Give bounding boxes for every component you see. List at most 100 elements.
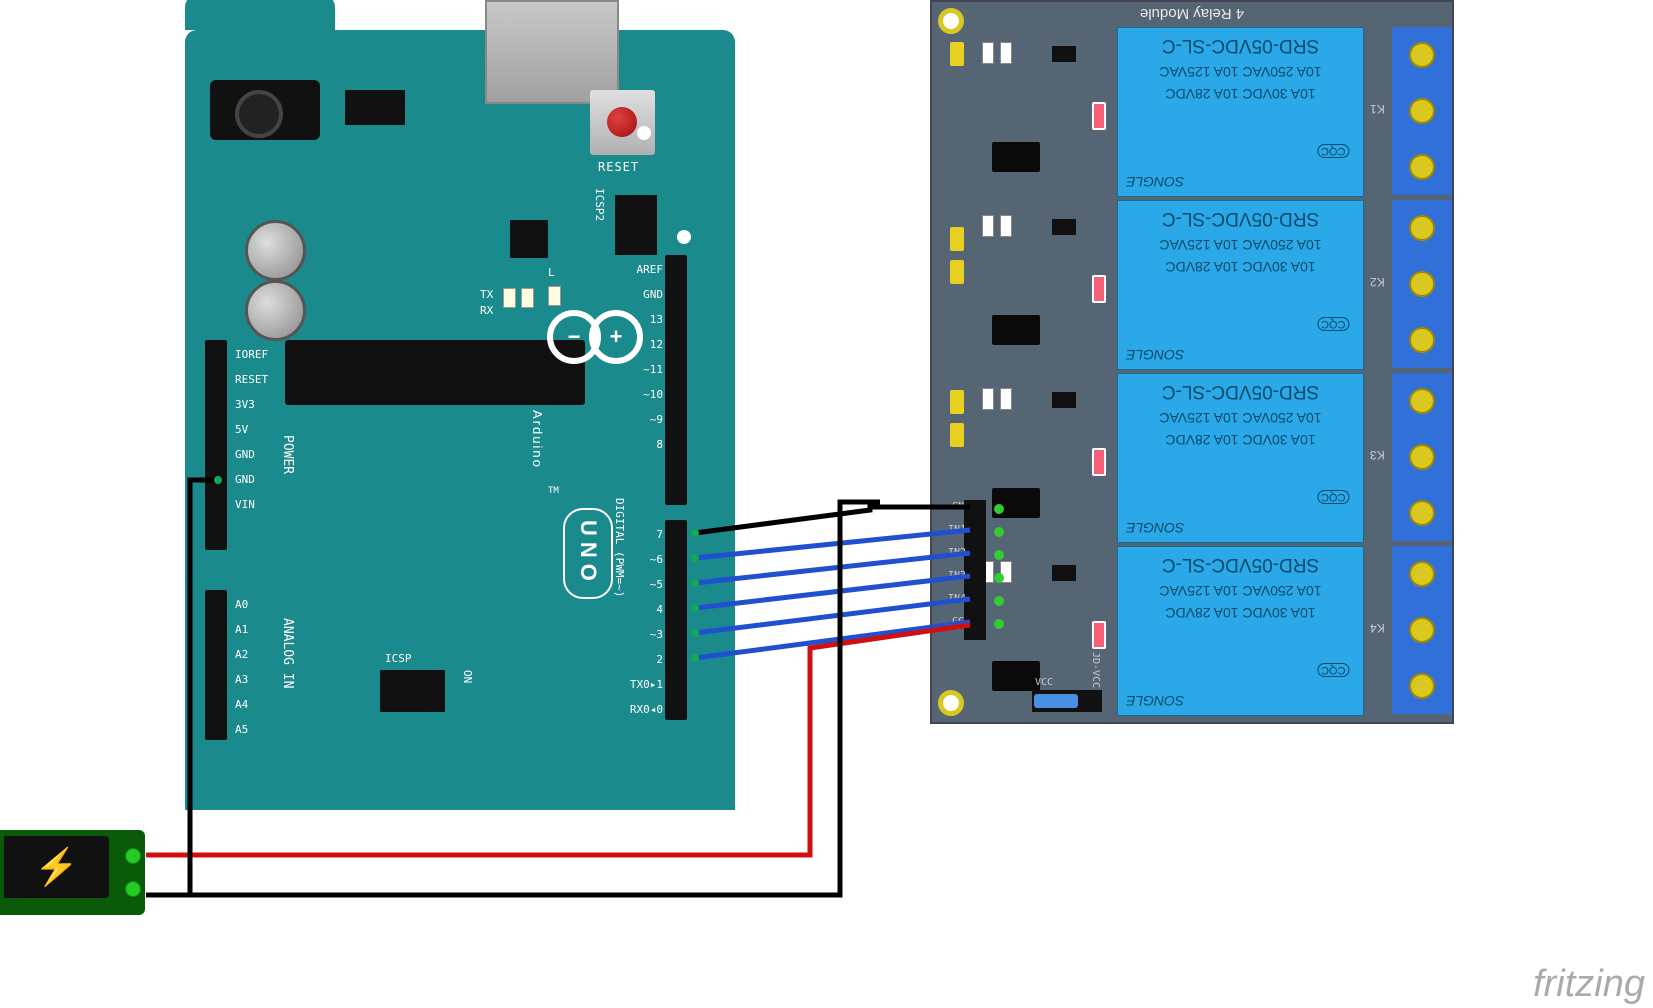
- pin-label-6: ~6: [628, 553, 663, 566]
- pin-label-rx0: RX0◂0: [613, 703, 663, 716]
- k1-label: K1: [1370, 102, 1385, 116]
- pin-label-9: ~9: [628, 413, 663, 426]
- digital-section-label: DIGITAL (PWM=~): [613, 498, 626, 597]
- pin-label-5v: 5V: [235, 423, 248, 436]
- uno-model-label: UNO: [575, 520, 601, 587]
- relay-2: SRD-05VDC-SL-C 10A 30VDC 10A 28VDC 10A 2…: [1117, 200, 1364, 370]
- digital-header-bottom[interactable]: [665, 520, 687, 720]
- terminal-block-k2[interactable]: [1392, 200, 1452, 368]
- pin-label-aref: AREF: [628, 263, 663, 276]
- relay-cqc: CQC: [1317, 144, 1349, 158]
- pin-label-gnd-r: GND: [628, 288, 663, 301]
- pin-label-7: 7: [628, 528, 663, 541]
- diagram-canvas: RESET IOREF RESET 3V3 5V GND GND VIN A0 …: [0, 0, 1653, 1008]
- terminal-block-k3[interactable]: [1392, 373, 1452, 541]
- relay-brand: SONGLE: [1126, 174, 1184, 190]
- pin-label-11: ~11: [628, 363, 663, 376]
- mounting-hole: [677, 230, 691, 244]
- pin-label-a2: A2: [235, 648, 248, 661]
- relay-3: SRD-05VDC-SL-C 10A 30VDC 10A 28VDC 10A 2…: [1117, 373, 1364, 543]
- wire-d2-in5: [695, 622, 970, 658]
- screw-terminal[interactable]: [1409, 154, 1435, 180]
- relay-pin-vcc: CC: [952, 616, 964, 627]
- on-label: ON: [461, 670, 474, 683]
- relay-module-title: 4 Relay Module: [932, 5, 1452, 22]
- adapter-negative-pin[interactable]: [125, 881, 141, 897]
- relay-pin-in2: IN2: [948, 547, 966, 558]
- pin-label-5: ~5: [628, 578, 663, 591]
- voltage-regulator-chip: [345, 90, 405, 125]
- adapter-body: ⚡: [4, 836, 109, 898]
- rx-led: [521, 288, 534, 308]
- pin-label-a3: A3: [235, 673, 248, 686]
- indicator-led: [1092, 102, 1106, 130]
- relay-pin-in1: IN1: [948, 524, 966, 535]
- pin-label-a0: A0: [235, 598, 248, 611]
- pin-label-10: ~10: [628, 388, 663, 401]
- icsp2-header[interactable]: [615, 195, 657, 255]
- pin-label-a1: A1: [235, 623, 248, 636]
- usb-port: [485, 0, 619, 104]
- relay-pin-in4: IN4: [948, 593, 966, 604]
- terminal-block-k1[interactable]: [1392, 27, 1452, 195]
- relay-4: SRD-05VDC-SL-C 10A 30VDC 10A 28VDC 10A 2…: [1117, 546, 1364, 716]
- power-section-label: POWER: [280, 435, 295, 474]
- pin-label-gnd2: GND: [235, 473, 255, 486]
- mounting-hole: [938, 690, 964, 716]
- tm-label: TM: [548, 486, 559, 496]
- icsp-header[interactable]: [380, 670, 445, 712]
- relay-pin-gnd: GN: [952, 501, 964, 512]
- lightning-icon: ⚡: [34, 846, 79, 888]
- jdvcc-jumper[interactable]: [1034, 694, 1078, 708]
- tx-led: [503, 288, 516, 308]
- arduino-brand-label: Arduino: [530, 410, 545, 469]
- wire-d5-in2: [695, 553, 970, 583]
- pin-label-8: 8: [628, 438, 663, 451]
- pin-label-a4: A4: [235, 698, 248, 711]
- reset-label: RESET: [598, 160, 639, 174]
- usb-controller-chip: [510, 220, 548, 258]
- pin-label-tx0: TX0▸1: [613, 678, 663, 691]
- wire-d4-in3: [695, 576, 970, 608]
- vcc-label: VCC: [1035, 677, 1053, 688]
- fritzing-watermark: fritzing: [1533, 963, 1645, 1006]
- icsp2-label: ICSP2: [593, 188, 606, 221]
- pin-label-gnd: GND: [235, 448, 255, 461]
- power-jack: [210, 80, 320, 140]
- pin-label-3: ~3: [628, 628, 663, 641]
- status-led: [950, 42, 964, 66]
- wire-d6-in1: [695, 530, 970, 558]
- arduino-uno-board: RESET IOREF RESET 3V3 5V GND GND VIN A0 …: [185, 30, 735, 810]
- mounting-hole: [938, 8, 964, 34]
- pin-label-vin: VIN: [235, 498, 255, 511]
- analog-header[interactable]: [205, 590, 227, 740]
- transistor: [1052, 46, 1076, 62]
- relay-1: SRD-05VDC-SL-C 10A 30VDC 10A 28VDC 10A 2…: [1117, 27, 1364, 197]
- pin-label-a5: A5: [235, 723, 248, 736]
- optocoupler-chip: [992, 142, 1040, 172]
- capacitor: [245, 280, 306, 341]
- pin-label-3v3: 3V3: [235, 398, 255, 411]
- wire-gnd-arduino-relay: [695, 507, 970, 533]
- relay-model: SRD-05VDC-SL-C: [1118, 34, 1363, 56]
- relay-pin-in3: IN3: [948, 570, 966, 581]
- digital-header-top[interactable]: [665, 255, 687, 505]
- pin-label-2: 2: [628, 653, 663, 666]
- rx-label: RX: [480, 304, 493, 317]
- tx-label: TX: [480, 288, 493, 301]
- pin-label-reset: RESET: [235, 373, 268, 386]
- relay-rating: 10A 30VDC 10A 28VDC: [1118, 86, 1363, 102]
- power-adapter: ⚡: [0, 830, 145, 915]
- l-label: L: [548, 266, 555, 279]
- relay-input-header[interactable]: [964, 500, 986, 640]
- adapter-positive-pin[interactable]: [125, 848, 141, 864]
- reset-button[interactable]: [590, 90, 655, 155]
- wire-d3-in4: [695, 599, 970, 633]
- relay-module-board: 4 Relay Module SRD-05VDC-SL-C 10A 30VDC …: [930, 0, 1454, 724]
- terminal-block-k4[interactable]: [1392, 546, 1452, 714]
- screw-terminal[interactable]: [1409, 98, 1435, 124]
- screw-terminal[interactable]: [1409, 42, 1435, 68]
- power-header[interactable]: [205, 340, 227, 550]
- jdvcc-jumper-header[interactable]: [1032, 690, 1102, 712]
- mounting-hole: [637, 126, 651, 140]
